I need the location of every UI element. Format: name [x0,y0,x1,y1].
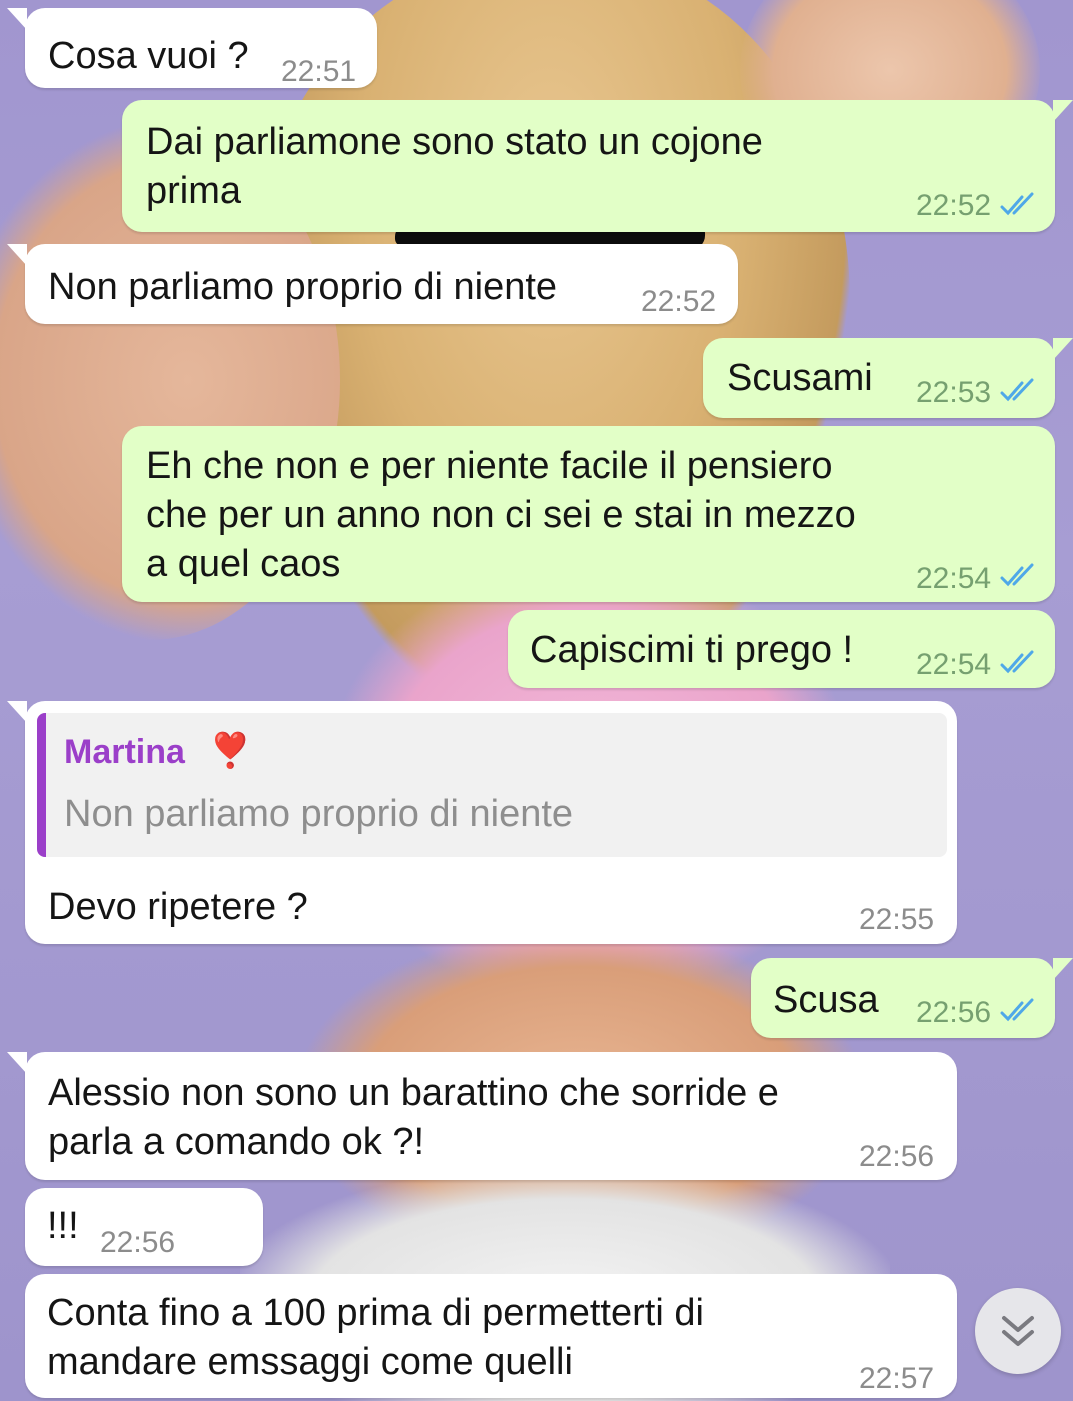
message-time: 22:57 [859,1362,935,1395]
message-incoming[interactable]: Non parliamo proprio di niente 22:52 [7,244,738,324]
double-check-icon [1000,378,1034,402]
message-outgoing[interactable]: Scusami 22:53 [703,338,1073,418]
message-outgoing[interactable]: Eh che non e per niente facile il pensie… [122,426,1055,602]
message-text: Dai parliamone sono stato un cojone prim… [146,121,763,212]
message-time: 22:53 [916,376,992,409]
double-check-icon [1000,563,1034,587]
message-incoming[interactable]: Cosa vuoi ? 22:51 [7,8,377,88]
message-incoming[interactable]: Conta fino a 100 prima di permetterti di… [25,1274,957,1398]
heart-exclamation-icon: ❣️ [209,732,252,770]
quote-author: Martina [64,733,185,771]
message-text: Scusa [773,979,879,1021]
message-time: 22:54 [916,648,992,681]
message-text: Conta fino a 100 prima di permetterti di… [47,1292,704,1383]
quoted-message[interactable]: Martina ❣️ Non parliamo proprio di nient… [37,713,947,857]
double-check-icon [1000,650,1034,674]
message-text: Alessio non sono un barattino che sorrid… [48,1072,779,1163]
message-time: 22:54 [916,562,992,595]
chevron-double-down-icon [1002,1316,1034,1346]
double-check-icon [1000,998,1034,1022]
scroll-to-bottom-button[interactable] [975,1288,1061,1374]
message-time: 22:52 [641,285,717,318]
message-incoming-reply[interactable]: Martina ❣️ Non parliamo proprio di nient… [7,701,957,944]
message-incoming[interactable]: !!! 22:56 [25,1188,263,1266]
message-outgoing[interactable]: Dai parliamone sono stato un cojone prim… [122,100,1073,232]
double-check-icon [1000,192,1034,216]
quote-text: Non parliamo proprio di niente [64,793,574,835]
message-text: Eh che non e per niente facile il pensie… [146,445,856,585]
message-text: Cosa vuoi ? [48,35,249,77]
message-incoming[interactable]: Alessio non sono un barattino che sorrid… [7,1052,957,1180]
message-time: 22:51 [281,55,357,88]
message-text: Non parliamo proprio di niente [48,266,558,308]
message-time: 22:55 [859,903,935,936]
quote-accent-bar [37,713,46,857]
message-text: Capiscimi ti prego ! [530,629,854,671]
message-outgoing[interactable]: Capiscimi ti prego ! 22:54 [508,610,1055,688]
message-text: !!! [47,1205,79,1247]
message-time: 22:56 [859,1140,935,1173]
message-text: Devo ripetere ? [48,886,308,928]
message-time: 22:56 [100,1226,176,1259]
message-time: 22:56 [916,996,992,1029]
message-outgoing[interactable]: Scusa 22:56 [751,958,1073,1038]
message-text: Scusami [727,357,873,399]
message-time: 22:52 [916,189,992,222]
